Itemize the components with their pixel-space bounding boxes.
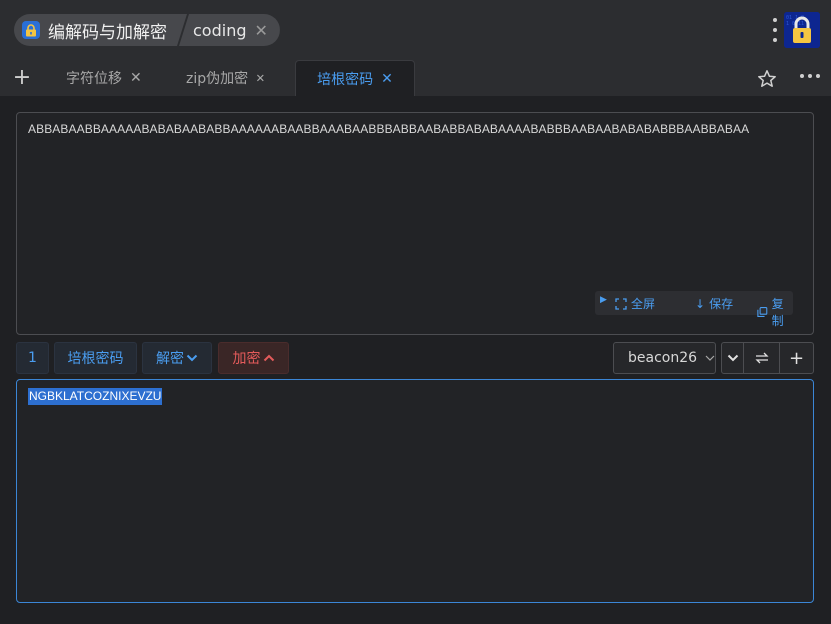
fullscreen-icon: [615, 297, 627, 310]
chevron-down-icon: [705, 355, 715, 361]
avatar[interactable]: 01 1 0 1 0 11: [784, 12, 820, 48]
kebab-menu-icon[interactable]: [772, 18, 778, 42]
tab-label: zip伪加密: [186, 71, 249, 87]
decrypt-label: 解密: [156, 351, 184, 367]
app-lock-icon: [22, 21, 40, 39]
input-textarea[interactable]: ABBABAABBAAAAABABABAABABBAAAAAABAABBAAAB…: [16, 112, 814, 335]
line-number-button[interactable]: 1: [16, 342, 49, 374]
tab-bacon-cipher[interactable]: 培根密码 ✕: [295, 60, 415, 96]
app-name-chip[interactable]: 编解码与加解密: [14, 14, 187, 46]
output-text: NGBKLATCOZNIXEVZU: [28, 388, 163, 405]
add-tab-icon[interactable]: +: [12, 67, 32, 89]
save-label: 保存: [709, 297, 734, 311]
tab-zip-fake-encrypt[interactable]: zip伪加密 ✕: [186, 60, 265, 96]
chevron-down-icon: [186, 354, 198, 362]
close-tag-icon[interactable]: ✕: [254, 21, 267, 40]
title-bar: 编解码与加解密 coding ✕ 01 1 0 1 0 11: [0, 0, 831, 60]
play-icon[interactable]: ▶: [600, 295, 607, 305]
tab-bar: + 字符位移 ✕ zip伪加密 ✕ 培根密码 ✕: [0, 60, 831, 96]
save-button[interactable]: ↓ 保存: [695, 295, 733, 312]
plus-icon: +: [788, 347, 805, 369]
add-button[interactable]: +: [779, 343, 813, 373]
tab-label: 培根密码: [317, 71, 374, 88]
cipher-name-button[interactable]: 培根密码: [54, 342, 137, 374]
chevron-up-icon: [263, 354, 274, 362]
fullscreen-button[interactable]: 全屏: [615, 295, 655, 312]
tool-button-group: +: [721, 342, 814, 374]
encrypt-label: 加密: [232, 351, 261, 367]
more-options-icon[interactable]: [800, 74, 820, 80]
decrypt-button[interactable]: 解密: [142, 342, 212, 374]
cipher-name-label: 培根密码: [67, 351, 124, 367]
chevron-down-icon: [727, 354, 738, 362]
swap-icon: [754, 352, 769, 364]
app-title: 编解码与加解密: [48, 22, 167, 43]
close-tab-icon[interactable]: ✕: [381, 71, 393, 87]
mode-select[interactable]: beacon26: [613, 342, 716, 374]
input-action-bar: ▶ 全屏 ↓ 保存 复制: [595, 291, 793, 328]
swap-button[interactable]: [743, 343, 779, 373]
star-icon[interactable]: [757, 69, 777, 89]
input-text: ABBABAABBAAAAABABABAABABBAAAAAABAABBAAAB…: [28, 122, 750, 136]
expand-button[interactable]: [722, 343, 743, 373]
close-tab-icon[interactable]: ✕: [130, 70, 142, 86]
copy-button[interactable]: 复制: [757, 295, 793, 329]
copy-icon: [757, 307, 768, 317]
encrypt-button[interactable]: 加密: [218, 342, 289, 374]
app-tag-chip[interactable]: coding ✕: [179, 14, 280, 46]
fullscreen-label: 全屏: [631, 297, 656, 311]
app-tag-label: coding: [193, 20, 247, 40]
download-icon: ↓: [695, 296, 706, 311]
tab-label: 字符位移: [66, 71, 122, 87]
app-switcher[interactable]: 编解码与加解密 coding ✕: [14, 14, 280, 46]
output-textarea[interactable]: NGBKLATCOZNIXEVZU: [16, 379, 814, 603]
line-number-label: 1: [28, 350, 37, 366]
mode-select-value: beacon26: [628, 350, 698, 366]
tab-char-shift[interactable]: 字符位移 ✕: [66, 60, 142, 96]
copy-label: 复制: [771, 297, 784, 328]
close-tab-icon[interactable]: ✕: [256, 70, 264, 86]
